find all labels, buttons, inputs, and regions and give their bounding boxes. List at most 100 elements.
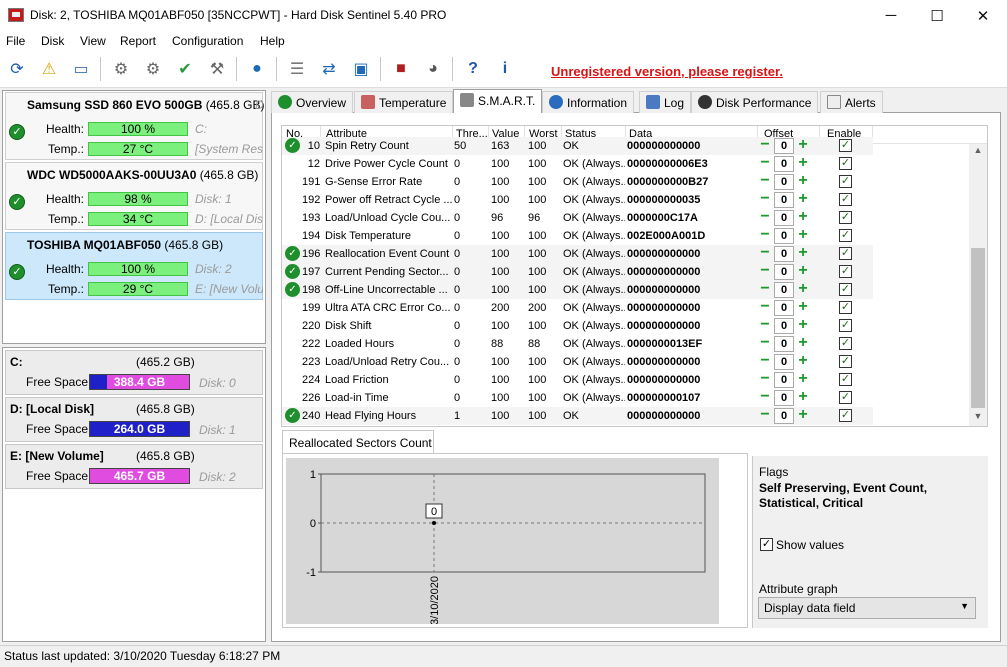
minus-icon[interactable]: − [758, 191, 772, 207]
unregistered-link[interactable]: Unregistered version, please register. [551, 64, 783, 79]
sync-icon[interactable]: ⇄ [316, 56, 342, 82]
plus-icon[interactable]: + [796, 191, 810, 207]
plus-icon[interactable]: + [796, 317, 810, 333]
report-icon[interactable]: ☰ [284, 56, 310, 82]
tab-log[interactable]: Log [639, 91, 692, 113]
enable-checkbox[interactable]: ✓ [839, 157, 852, 170]
table-row[interactable]: 224 Load Friction 0 100 100 OK (Always... 0000… [282, 371, 873, 389]
menu-file[interactable]: File [6, 34, 25, 48]
attribute-graph-select[interactable]: Display data field ▼ [758, 597, 976, 619]
table-row[interactable]: 223 Load/Unload Retry Cou... 0 100 100 OK (Al… [282, 353, 873, 371]
table-row[interactable]: 226 Load-in Time 0 100 100 OK (Always... 00000… [282, 389, 873, 407]
scroll-down-icon[interactable]: ▼ [972, 411, 984, 421]
offset-value[interactable]: 0 [774, 282, 794, 298]
offset-value[interactable]: 0 [774, 246, 794, 262]
plus-icon[interactable]: + [796, 335, 810, 351]
offset-value[interactable]: 0 [774, 138, 794, 154]
network-icon[interactable]: ▣ [348, 56, 374, 82]
minus-icon[interactable]: − [758, 335, 772, 351]
offset-value[interactable]: 0 [774, 336, 794, 352]
enable-checkbox[interactable]: ✓ [839, 409, 852, 422]
enable-checkbox[interactable]: ✓ [839, 391, 852, 404]
disk-icon[interactable]: ▭ [68, 56, 94, 82]
plus-icon[interactable]: + [796, 227, 810, 243]
disk-item-toshiba[interactable]: TOSHIBA MQ01ABF050 (465.8 GB) ✓ Health: … [5, 232, 263, 300]
monitor-icon[interactable]: ■ [388, 56, 414, 82]
plus-icon[interactable]: + [796, 389, 810, 405]
menu-configuration[interactable]: Configuration [172, 34, 243, 48]
minus-icon[interactable]: − [758, 227, 772, 243]
minus-icon[interactable]: − [758, 389, 772, 405]
table-row[interactable]: 12 Drive Power Cycle Count 0 100 100 OK (Alwa… [282, 155, 873, 173]
table-row[interactable]: ✓ 10 Spin Retry Count 50 163 100 OK 00000000000… [282, 137, 873, 155]
enable-checkbox[interactable]: ✓ [839, 139, 852, 152]
offset-value[interactable]: 0 [774, 228, 794, 244]
offset-value[interactable]: 0 [774, 372, 794, 388]
table-row[interactable]: 193 Load/Unload Cycle Cou... 0 96 96 OK (Alwa… [282, 209, 873, 227]
minus-icon[interactable]: − [758, 137, 772, 153]
offset-value[interactable]: 0 [774, 300, 794, 316]
info-icon[interactable]: i [492, 56, 518, 82]
table-row[interactable]: 191 G-Sense Error Rate 0 100 100 OK (Always..… [282, 173, 873, 191]
minus-icon[interactable]: − [758, 263, 772, 279]
disk-item-samsung[interactable]: Samsung SSD 860 EVO 500GB (465.8 GB) D; … [5, 92, 264, 160]
table-row[interactable]: 199 Ultra ATA CRC Error Co... 0 200 200 OK (A… [282, 299, 873, 317]
close-button[interactable]: ✕ [960, 0, 1006, 31]
offset-value[interactable]: 0 [774, 174, 794, 190]
globe-icon[interactable]: ● [244, 56, 270, 82]
table-row[interactable]: 220 Disk Shift 0 100 100 OK (Always... 0000000… [282, 317, 873, 335]
table-row[interactable]: ✓ 198 Off-Line Uncorrectable ... 0 100 100 OK … [282, 281, 873, 299]
minus-icon[interactable]: − [758, 407, 772, 423]
enable-checkbox[interactable]: ✓ [839, 175, 852, 188]
tab-disk-performance[interactable]: Disk Performance [691, 91, 819, 113]
offset-value[interactable]: 0 [774, 390, 794, 406]
scroll-up-icon[interactable]: ▲ [972, 145, 984, 155]
minimize-button[interactable]: ─ [868, 0, 914, 31]
plus-icon[interactable]: + [796, 173, 810, 189]
table-row[interactable]: 194 Disk Temperature 0 100 100 OK (Always... 0… [282, 227, 873, 245]
enable-checkbox[interactable]: ✓ [839, 337, 852, 350]
enable-checkbox[interactable]: ✓ [839, 319, 852, 332]
minus-icon[interactable]: − [758, 299, 772, 315]
table-row[interactable]: ✓ 197 Current Pending Sector... 0 100 100 OK (… [282, 263, 873, 281]
offset-value[interactable]: 0 [774, 408, 794, 424]
plus-icon[interactable]: + [796, 281, 810, 297]
enable-checkbox[interactable]: ✓ [839, 301, 852, 314]
minus-icon[interactable]: − [758, 317, 772, 333]
offset-value[interactable]: 0 [774, 354, 794, 370]
plus-icon[interactable]: + [796, 155, 810, 171]
volume-item-c[interactable]: C: (465.2 GB) Free Space 388.4 GB Disk: … [5, 350, 263, 395]
enable-checkbox[interactable]: ✓ [839, 355, 852, 368]
plus-icon[interactable]: + [796, 263, 810, 279]
table-row[interactable]: 192 Power off Retract Cycle ... 0 100 100 OK … [282, 191, 873, 209]
plus-icon[interactable]: + [796, 407, 810, 423]
volume-item-d[interactable]: D: [Local Disk] (465.8 GB) Free Space 26… [5, 397, 263, 442]
plus-icon[interactable]: + [796, 353, 810, 369]
tab-smart[interactable]: S.M.A.R.T. [453, 89, 543, 113]
menu-disk[interactable]: Disk [41, 34, 64, 48]
hdd-test-icon[interactable]: ⚒ [204, 56, 230, 82]
scrollbar-thumb[interactable] [971, 248, 985, 408]
tab-alerts[interactable]: Alerts [820, 91, 883, 113]
tab-overview[interactable]: Overview [271, 91, 354, 113]
menu-view[interactable]: View [80, 34, 106, 48]
enable-checkbox[interactable]: ✓ [839, 283, 852, 296]
tab-information[interactable]: Information [542, 91, 635, 113]
graph-tab[interactable]: Reallocated Sectors Count [282, 430, 434, 454]
plus-icon[interactable]: + [796, 299, 810, 315]
enable-checkbox[interactable]: ✓ [839, 265, 852, 278]
plus-icon[interactable]: + [796, 137, 810, 153]
minus-icon[interactable]: − [758, 173, 772, 189]
plus-icon[interactable]: + [796, 209, 810, 225]
speaker-icon[interactable]: ◕ [420, 56, 446, 82]
hdd-settings-icon[interactable]: ⚙ [140, 56, 166, 82]
minus-icon[interactable]: − [758, 155, 772, 171]
show-values-label[interactable]: Show values [776, 538, 844, 552]
disk-item-wdc[interactable]: WDC WD5000AAKS-00UU3A0 (465.8 GB) ✓ Heal… [5, 162, 263, 230]
offset-value[interactable]: 0 [774, 210, 794, 226]
show-values-checkbox[interactable]: ✓ [760, 538, 773, 551]
minus-icon[interactable]: − [758, 245, 772, 261]
menu-help[interactable]: Help [260, 34, 285, 48]
hdd-check-icon[interactable]: ✔ [172, 56, 198, 82]
volume-item-e[interactable]: E: [New Volume] (465.8 GB) Free Space 46… [5, 444, 263, 489]
